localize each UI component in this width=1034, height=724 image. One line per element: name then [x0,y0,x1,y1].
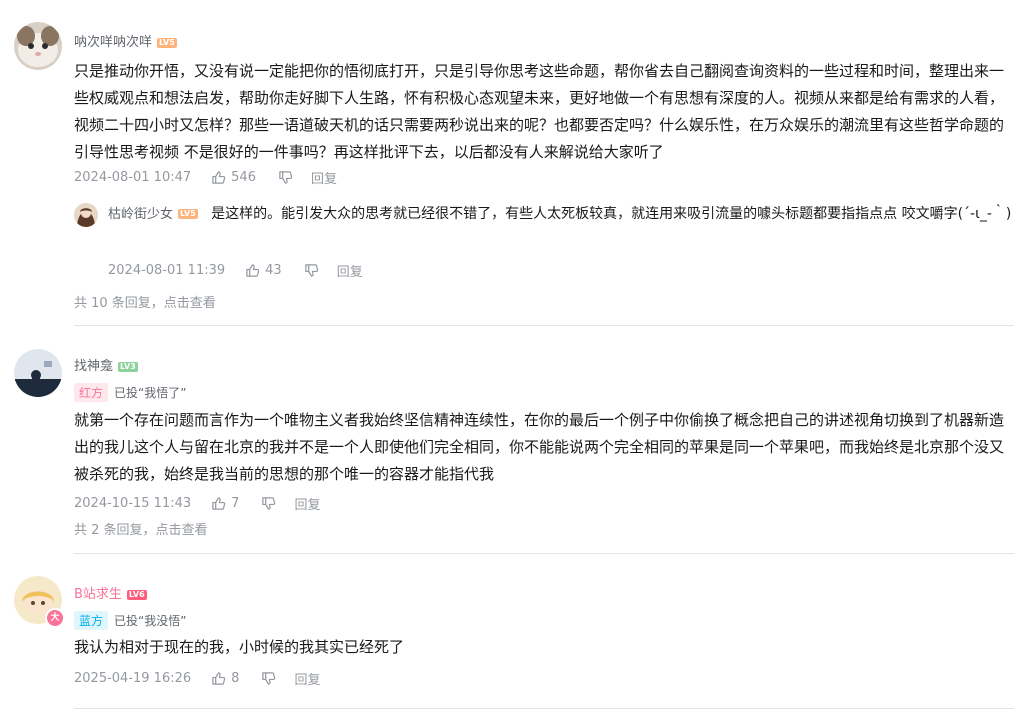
comment-meta: 2024-08-01 10:47 546 回复 [74,168,337,187]
thumbs-up-icon [212,497,226,510]
vip-badge: 大 [45,608,65,628]
comment-meta: 2025-04-19 16:26 8 回复 [74,669,320,688]
thumbs-down-icon [304,264,318,277]
view-more-replies[interactable]: 共 2 条回复，点击查看 [74,519,208,538]
avatar[interactable] [14,349,62,397]
cat-avatar-icon [14,22,62,70]
sub-reply: 枯岭街少女 LV5 是这样的。能引发大众的思考就已经很不错了，有些人太死板较真，就… [108,200,1014,229]
reply-button[interactable]: 回复 [294,494,320,513]
like-count: 43 [265,263,282,278]
thumbs-up-icon [246,264,260,277]
timestamp: 2024-10-15 11:43 [74,496,192,511]
vote-badge: 蓝方 已投“我没悟” [74,611,186,630]
username-text[interactable]: 找神龛 [74,359,113,374]
dislike-button[interactable] [261,671,276,686]
view-more-replies[interactable]: 共 10 条回复，点击查看 [74,292,216,311]
comment-text: 我认为相对于现在的我，小时候的我其实已经死了 [74,638,405,656]
username-text[interactable]: 呐次咩呐次咩 [74,35,152,50]
like-count: 546 [231,170,256,185]
comment-text: 只是推动你开悟，又没有说一定能把你的悟彻底打开，只是引导你思考这些命题，帮你省去… [74,62,1005,161]
username[interactable]: 找神龛 LV3 [74,355,138,374]
comment-meta: 2024-10-15 11:43 7 回复 [74,494,320,513]
divider [74,553,1014,554]
like-button[interactable]: 8 [211,671,239,686]
divider [74,708,1014,709]
level-badge: LV3 [118,361,138,372]
like-count: 7 [231,496,240,511]
thumbs-up-icon [212,672,226,685]
timestamp: 2024-08-01 10:47 [74,170,192,185]
level-badge: LV5 [178,209,198,219]
thumbs-up-icon [212,171,226,184]
timestamp: 2024-08-01 11:39 [108,263,226,278]
level-badge: LV6 [126,589,147,600]
reply-avatar[interactable] [74,203,98,227]
vote-text: 已投“我没悟” [114,614,187,628]
username[interactable]: 呐次咩呐次咩 LV5 [74,31,177,50]
vote-side-tag: 红方 [74,383,109,402]
silhouette-avatar-icon [14,349,62,397]
vote-side-tag: 蓝方 [74,611,109,630]
dislike-button[interactable] [261,496,276,511]
like-button[interactable]: 7 [211,496,239,511]
timestamp: 2025-04-19 16:26 [74,671,192,686]
vip-badge-text: 大 [50,613,60,623]
vote-badge: 红方 已投“我悟了” [74,383,186,402]
thumbs-down-icon [279,171,293,184]
like-button[interactable]: 546 [211,170,256,185]
reply-text: 是这样的。能引发大众的思考就已经很不错了，有些人太死板较真，就连用来吸引流量的噱… [211,206,1012,222]
reply-meta: 2024-08-01 11:39 43 回复 [108,261,363,280]
level-badge: LV5 [157,37,177,48]
thumbs-down-icon [262,672,276,685]
girl-avatar-icon [74,203,98,227]
reply-button[interactable]: 回复 [294,669,320,688]
divider [74,325,1014,326]
thumbs-down-icon [262,497,276,510]
like-button[interactable]: 43 [245,263,282,278]
avatar[interactable] [14,22,62,70]
reply-username[interactable]: 枯岭街少女 [108,207,173,222]
like-count: 8 [231,671,240,686]
dislike-button[interactable] [278,170,293,185]
reply-button[interactable]: 回复 [337,261,363,280]
reply-button[interactable]: 回复 [311,168,337,187]
username-text[interactable]: B站求生 [74,587,122,602]
dislike-button[interactable] [304,263,319,278]
vote-text: 已投“我悟了” [114,386,187,400]
comment-text: 就第一个存在问题而言作为一个唯物主义者我始终坚信精神连续性，在你的最后一个例子中… [74,411,1005,483]
username[interactable]: B站求生 LV6 [74,583,147,602]
